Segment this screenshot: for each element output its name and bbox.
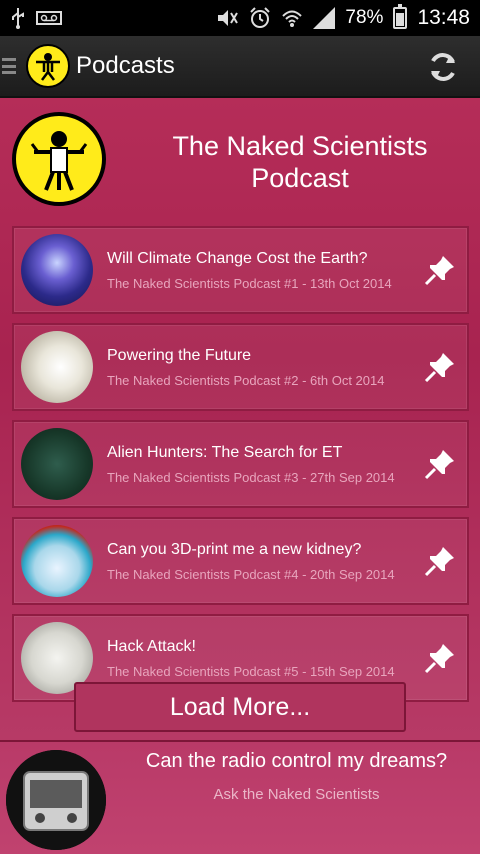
episode-meta: The Naked Scientists Podcast #4 - 20th S… [107,566,395,582]
episode-meta: The Naked Scientists Podcast #5 - 15th S… [107,663,395,679]
app-bar: Podcasts [0,36,480,98]
battery-icon [393,4,408,29]
episode-item[interactable]: Will Climate Change Cost the Earth? The … [12,226,469,314]
status-bar: 78% 13:48 [0,0,480,36]
episode-title: Powering the Future [107,346,252,364]
podcast-title: The Naked Scientists Podcast [172,131,428,193]
clock: 13:48 [417,6,470,29]
pin-icon[interactable] [423,350,457,384]
podcast-list-panel: The Naked Scientists Podcast Will Climat… [0,98,480,740]
usb-icon [10,7,26,29]
refresh-icon[interactable] [426,50,460,84]
wifi-icon [281,7,303,29]
status-right: 78% 13:48 [215,4,470,30]
episode-item[interactable]: Alien Hunters: The Search for ET The Nak… [12,420,469,508]
naked-scientists-logo[interactable] [26,44,70,88]
episode-item[interactable]: Can you 3D-print me a new kidney? The Na… [12,517,469,605]
radio-thumbnail [6,750,106,850]
pin-icon[interactable] [423,253,457,287]
episode-item[interactable]: Powering the Future The Naked Scientists… [12,323,469,411]
pin-icon[interactable] [423,447,457,481]
load-more-button[interactable]: Load More... [74,682,406,732]
promo-title: Can the radio control my dreams? [145,750,448,772]
podcast-logo [12,112,106,206]
promo-banner[interactable]: Can the radio control my dreams? Ask the… [0,740,480,854]
signal-icon [313,7,336,29]
episode-thumbnail [21,331,93,403]
episode-title: Hack Attack! [107,637,196,655]
episode-thumbnail [21,428,93,500]
episode-thumbnail [21,525,93,597]
episode-title: Alien Hunters: The Search for ET [107,443,343,461]
episode-meta: The Naked Scientists Podcast #1 - 13th O… [107,275,392,291]
episode-meta: The Naked Scientists Podcast #2 - 6th Oc… [107,372,385,388]
app-title: Podcasts [76,52,175,79]
episode-title: Will Climate Change Cost the Earth? [107,249,368,267]
promo-subtitle: Ask the Naked Scientists [213,786,380,803]
episode-meta: The Naked Scientists Podcast #3 - 27th S… [107,469,395,485]
podcast-header: The Naked Scientists Podcast [0,98,480,223]
alarm-icon [249,7,271,29]
hamburger-icon[interactable] [2,55,16,77]
status-left [10,7,62,29]
episode-thumbnail [21,234,93,306]
voicemail-icon [36,11,62,25]
pin-icon[interactable] [423,544,457,578]
battery-percent: 78% [345,7,384,28]
episode-title: Can you 3D-print me a new kidney? [107,540,362,558]
mute-icon [215,7,239,29]
pin-icon[interactable] [423,641,457,675]
